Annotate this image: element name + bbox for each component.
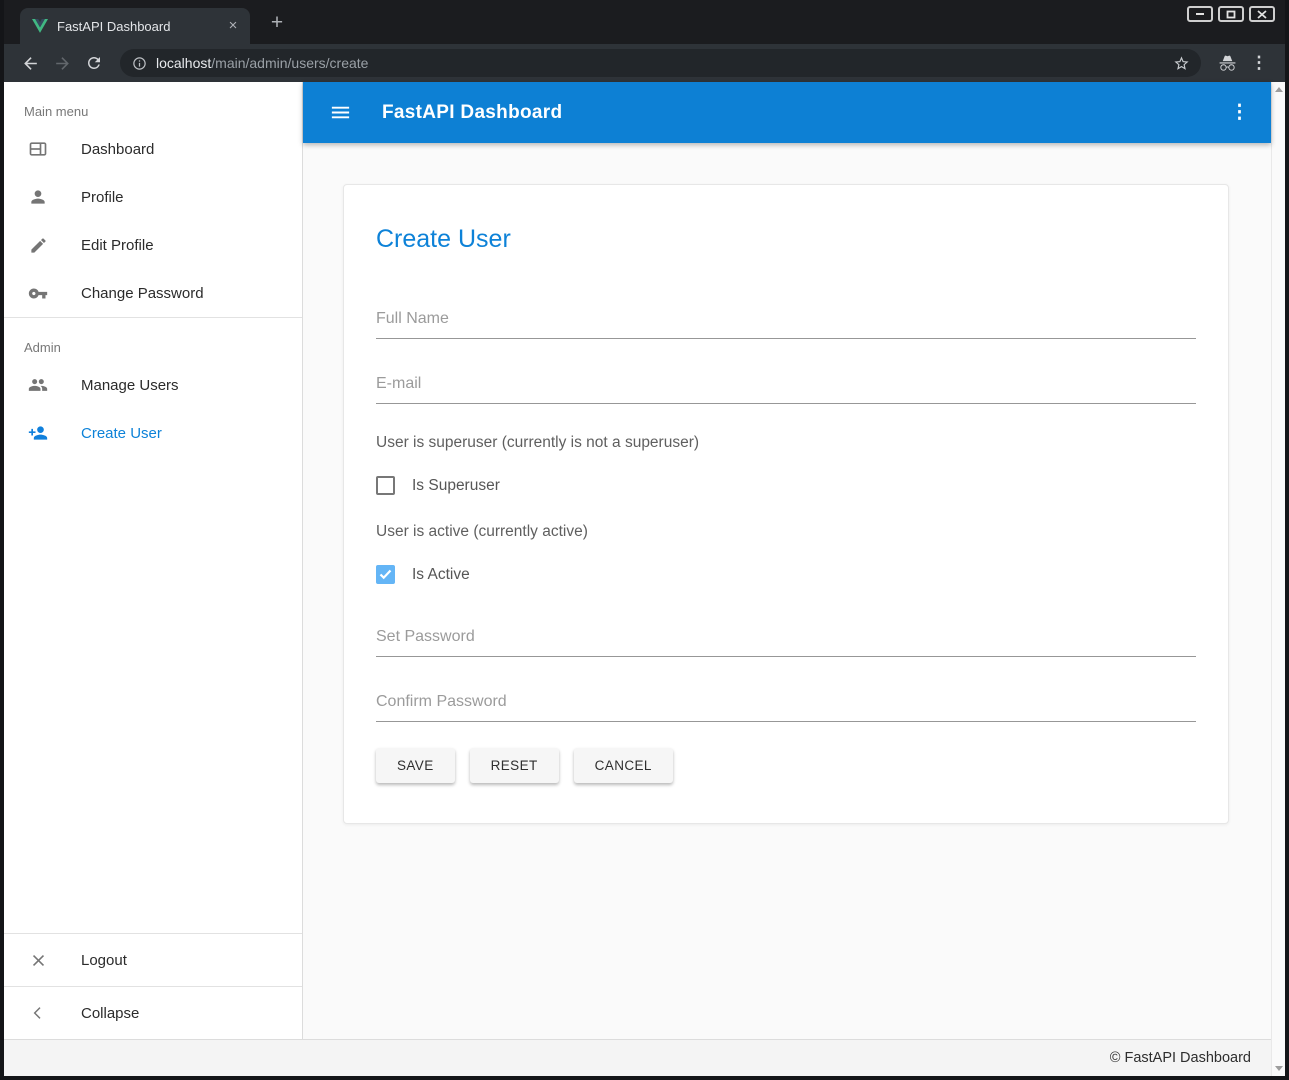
sidebar-item-label: Dashboard (81, 141, 154, 158)
close-window-button[interactable] (1249, 6, 1275, 22)
maximize-button[interactable] (1218, 6, 1244, 22)
superuser-checkbox-row: Is Superuser (376, 476, 1196, 495)
sidebar-spacer (4, 457, 302, 933)
people-icon (28, 375, 48, 395)
sidebar-item-collapse[interactable]: Collapse (4, 987, 302, 1039)
sidebar-section-admin: Admin (4, 318, 302, 361)
confirm-password-field (376, 693, 1196, 722)
url-text[interactable]: localhost/main/admin/users/create (156, 55, 1158, 71)
footer: © FastAPI Dashboard (4, 1039, 1271, 1076)
sidebar-item-label: Create User (81, 425, 162, 442)
is-active-label: Is Active (412, 566, 470, 584)
sidebar-item-dashboard[interactable]: Dashboard (4, 125, 302, 173)
set-password-field (376, 628, 1196, 657)
app-menu-icon[interactable]: ⋮ (1230, 101, 1249, 124)
app-title: FastAPI Dashboard (382, 102, 562, 124)
footer-copyright: © FastAPI Dashboard (1110, 1050, 1251, 1066)
scroll-down-arrow-icon[interactable] (1275, 1066, 1283, 1071)
is-active-checkbox[interactable] (376, 565, 395, 584)
sidebar-item-label: Logout (81, 952, 127, 969)
full-name-input[interactable] (376, 310, 1196, 339)
active-hint: User is active (currently active) (376, 523, 1196, 541)
close-icon (28, 950, 48, 970)
cancel-button[interactable]: CANCEL (574, 748, 673, 783)
vue-logo-icon (32, 18, 48, 34)
sidebar-item-edit-profile[interactable]: Edit Profile (4, 221, 302, 269)
info-icon[interactable] (132, 56, 147, 71)
email-input[interactable] (376, 375, 1196, 404)
forward-button[interactable] (48, 49, 76, 77)
pencil-icon (28, 235, 48, 255)
confirm-password-input[interactable] (376, 693, 1196, 722)
dashboard-icon (28, 139, 48, 159)
app-bar: FastAPI Dashboard ⋮ (303, 82, 1271, 143)
form-buttons: SAVE RESET CANCEL (376, 748, 1196, 783)
active-checkbox-row: Is Active (376, 565, 1196, 584)
sidebar-item-label: Manage Users (81, 377, 179, 394)
tab-close-icon[interactable]: × (224, 17, 242, 35)
sidebar-item-label: Change Password (81, 285, 204, 302)
main-area: FastAPI Dashboard ⋮ Create User (303, 82, 1271, 1039)
minimize-button[interactable] (1187, 6, 1213, 22)
browser-tab-strip: FastAPI Dashboard × + (4, 0, 1285, 44)
full-name-field (376, 310, 1196, 339)
sidebar-item-label: Collapse (81, 1005, 139, 1022)
sidebar-item-label: Edit Profile (81, 237, 154, 254)
hamburger-menu-icon[interactable] (329, 101, 352, 124)
bookmark-star-icon[interactable] (1167, 49, 1195, 77)
sidebar-item-change-password[interactable]: Change Password (4, 269, 302, 317)
reload-button[interactable] (80, 49, 108, 77)
back-button[interactable] (16, 49, 44, 77)
person-add-icon (28, 423, 48, 443)
address-bar[interactable]: localhost/main/admin/users/create (120, 49, 1201, 77)
sidebar-item-label: Profile (81, 189, 124, 206)
window-controls (1187, 6, 1275, 22)
sidebar-item-manage-users[interactable]: Manage Users (4, 361, 302, 409)
incognito-icon (1213, 49, 1241, 77)
url-host: localhost (156, 55, 211, 71)
save-button[interactable]: SAVE (376, 748, 455, 783)
scrollbar[interactable] (1271, 82, 1285, 1076)
reset-button[interactable]: RESET (470, 748, 559, 783)
browser-window: FastAPI Dashboard × + local (0, 0, 1289, 1080)
person-icon (28, 187, 48, 207)
browser-tab[interactable]: FastAPI Dashboard × (20, 8, 250, 44)
sidebar-item-create-user[interactable]: Create User (4, 409, 302, 457)
browser-menu-icon[interactable]: ⋮ (1245, 49, 1273, 77)
sidebar-item-logout[interactable]: Logout (4, 934, 302, 986)
sidebar-item-profile[interactable]: Profile (4, 173, 302, 221)
page-title: Create User (376, 225, 1196, 254)
sidebar-section-main-menu: Main menu (4, 82, 302, 125)
key-icon (28, 283, 48, 303)
email-field (376, 375, 1196, 404)
new-tab-button[interactable]: + (264, 10, 290, 36)
is-superuser-label: Is Superuser (412, 477, 500, 495)
content-area: Create User User is superuser (currently… (303, 143, 1271, 1039)
sidebar: Main menu Dashboard Profile (4, 82, 303, 1039)
tab-title: FastAPI Dashboard (57, 19, 215, 34)
page-viewport: Main menu Dashboard Profile (4, 82, 1285, 1076)
url-path: /main/admin/users/create (211, 55, 368, 71)
scroll-up-arrow-icon[interactable] (1275, 87, 1283, 92)
is-superuser-checkbox[interactable] (376, 476, 395, 495)
browser-toolbar: localhost/main/admin/users/create ⋮ (4, 44, 1285, 82)
chevron-left-icon (28, 1003, 48, 1023)
set-password-input[interactable] (376, 628, 1196, 657)
create-user-card: Create User User is superuser (currently… (343, 184, 1229, 824)
superuser-hint: User is superuser (currently is not a su… (376, 434, 1196, 452)
